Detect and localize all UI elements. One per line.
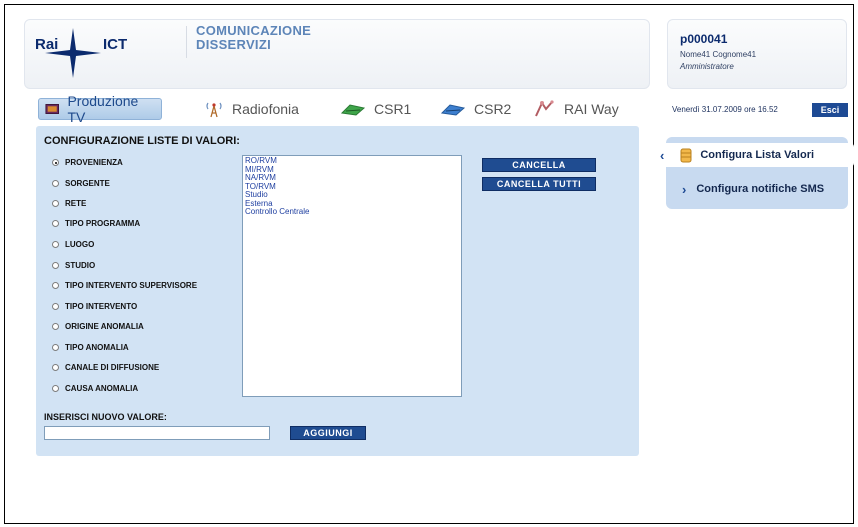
satellite-dish-icon	[340, 104, 366, 116]
radio-button[interactable]	[52, 241, 59, 248]
radio-label: PROVENIENZA	[65, 158, 123, 167]
list-item[interactable]: Controllo Centrale	[245, 207, 459, 217]
cancel-button[interactable]: CANCELLA	[482, 158, 596, 172]
side-item-label: Configura Lista Valori	[700, 149, 815, 161]
logo-rai-text: Rai	[35, 36, 59, 53]
radio-button[interactable]	[52, 303, 59, 310]
tab-label: Produzione TV	[67, 93, 139, 125]
tab-produzione-tv[interactable]: Produzione TV	[38, 93, 162, 125]
user-id: p000041	[680, 32, 728, 46]
radio-label: LUOGO	[65, 240, 95, 249]
user-role: Amministratore	[680, 62, 734, 71]
radio-option-sorgente[interactable]: SORGENTE	[52, 179, 110, 188]
tab-radiofonia[interactable]: Radiofonia	[204, 98, 299, 120]
radio-option-rete[interactable]: RETE	[52, 199, 86, 208]
radio-antenna-icon	[206, 102, 222, 118]
radio-label: CAUSA ANOMALIA	[65, 384, 139, 393]
database-icon	[680, 148, 692, 162]
app-title-line2: DISSERVIZI	[196, 37, 272, 52]
radio-label: TIPO INTERVENTO	[65, 302, 138, 311]
radio-label: TIPO PROGRAMMA	[65, 219, 141, 228]
radio-button[interactable]	[52, 200, 59, 207]
satellite-dish-icon	[440, 104, 466, 116]
radio-button[interactable]	[52, 282, 59, 289]
radio-button[interactable]	[52, 344, 59, 351]
radio-option-tipo-intervento-supervisore[interactable]: TIPO INTERVENTO SUPERVISORE	[52, 281, 197, 290]
side-item-label: Configura notifiche SMS	[696, 183, 825, 195]
radio-option-provenienza[interactable]: PROVENIENZA	[52, 158, 123, 167]
app-title-line1: COMUNICAZIONE	[196, 23, 312, 38]
user-info: p000041 Nome41 Cognome41 Amministratore	[667, 19, 847, 89]
list-item[interactable]: NA/RVM	[245, 173, 459, 183]
chevron-left-icon: ‹	[660, 147, 665, 163]
list-item[interactable]: MI/RVM	[245, 165, 459, 175]
radio-option-tipo-intervento[interactable]: TIPO INTERVENTO	[52, 302, 137, 311]
tab-rai-way[interactable]: RAI Way	[532, 98, 619, 120]
radio-label: TIPO ANOMALIA	[65, 343, 129, 352]
radio-option-origine-anomalia[interactable]: ORIGINE ANOMALIA	[52, 322, 144, 331]
chevron-right-icon: ›	[682, 181, 687, 197]
cancel-all-button[interactable]: CANCELLA TUTTI	[482, 177, 596, 191]
list-item[interactable]: Studio	[245, 190, 459, 200]
radio-label: CANALE DI DIFFUSIONE	[65, 363, 160, 372]
header: Rai ICT	[24, 19, 650, 89]
radio-option-canale-di-diffusione[interactable]: CANALE DI DIFFUSIONE	[52, 363, 159, 372]
tab-label: CSR2	[474, 101, 512, 117]
values-listbox[interactable]: RO/RVM MI/RVM NA/RVM TO/RVM Studio Ester…	[242, 155, 462, 397]
list-item[interactable]: TO/RVM	[245, 182, 459, 192]
radio-option-tipo-anomalia[interactable]: TIPO ANOMALIA	[52, 343, 129, 352]
radio-label: STUDIO	[65, 261, 96, 270]
tab-label: RAI Way	[564, 101, 619, 117]
side-item-configura-notifiche-sms[interactable]: › Configura notifiche SMS	[682, 179, 824, 199]
radio-button[interactable]	[52, 159, 59, 166]
tv-icon	[45, 104, 60, 114]
tab-csr1[interactable]: CSR1	[340, 98, 411, 120]
radio-option-luogo[interactable]: LUOGO	[52, 240, 94, 249]
radio-option-causa-anomalia[interactable]: CAUSA ANOMALIA	[52, 384, 138, 393]
radio-label: RETE	[65, 199, 87, 208]
tab-label: CSR1	[374, 101, 412, 117]
network-icon	[535, 100, 554, 117]
datetime-label: Venerdì 31.07.2009 ore 16.52	[672, 105, 778, 114]
radio-label: ORIGINE ANOMALIA	[65, 322, 144, 331]
rai-logo-cross-icon	[45, 28, 101, 78]
add-button[interactable]: AGGIUNGI	[290, 426, 366, 440]
side-item-configura-lista-valori[interactable]: ‹ Configura Lista Valori	[656, 143, 854, 167]
config-title: CONFIGURAZIONE LISTE DI VALORI:	[44, 135, 240, 147]
radio-button[interactable]	[52, 323, 59, 330]
logo-ict-text: ICT	[103, 36, 128, 53]
tab-label: Radiofonia	[232, 101, 299, 117]
header-divider	[186, 26, 187, 58]
radio-label: TIPO INTERVENTO SUPERVISORE	[65, 281, 198, 290]
insert-value-label: INSERISCI NUOVO VALORE:	[44, 412, 167, 422]
new-value-input[interactable]	[44, 426, 270, 440]
radio-option-studio[interactable]: STUDIO	[52, 261, 95, 270]
tab-csr2[interactable]: CSR2	[440, 98, 511, 120]
radio-button[interactable]	[52, 262, 59, 269]
list-item[interactable]: RO/RVM	[245, 156, 459, 166]
radio-button[interactable]	[52, 220, 59, 227]
radio-button[interactable]	[52, 180, 59, 187]
radio-button[interactable]	[52, 364, 59, 371]
app-title: COMUNICAZIONE DISSERVIZI	[196, 24, 311, 52]
logout-button[interactable]: Esci	[812, 103, 848, 117]
user-name: Nome41 Cognome41	[680, 50, 757, 59]
radio-option-tipo-programma[interactable]: TIPO PROGRAMMA	[52, 219, 140, 228]
radio-label: SORGENTE	[65, 179, 110, 188]
radio-button[interactable]	[52, 385, 59, 392]
